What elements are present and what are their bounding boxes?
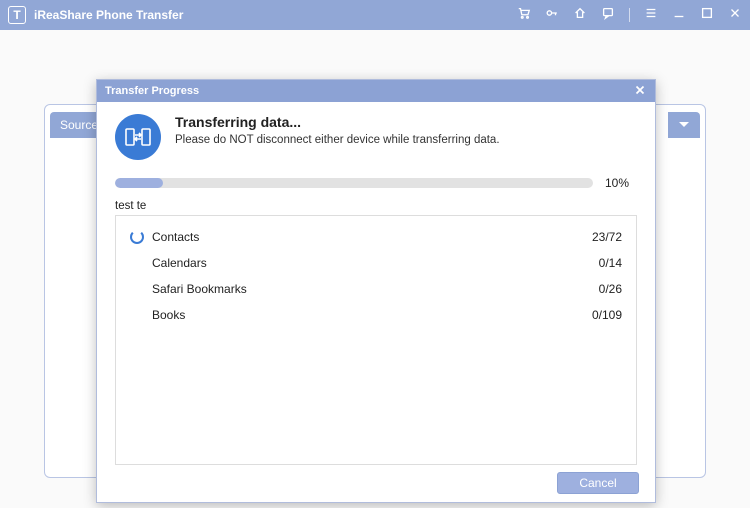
progress-percent: 10% [605,176,637,190]
item-count: 0/14 [599,256,622,270]
progress-bar [115,178,593,188]
key-icon[interactable] [545,6,559,25]
chevron-down-icon [678,121,690,129]
transfer-item-row: Contacts23/72 [130,224,622,250]
destination-dropdown[interactable] [668,112,700,138]
transfer-icon [115,114,161,160]
progress-fill [115,178,163,188]
home-icon[interactable] [573,6,587,25]
dialog-heading: Transferring data... [175,114,500,130]
divider [629,8,630,22]
dialog-subheading: Please do NOT disconnect either device w… [175,134,500,146]
item-label: Contacts [152,230,592,244]
close-icon[interactable] [728,6,742,25]
transfer-subtitle: test te [115,200,637,212]
cancel-button[interactable]: Cancel [557,472,639,494]
dialog-titlebar: Transfer Progress [97,80,655,102]
item-label: Safari Bookmarks [152,282,599,296]
maximize-icon[interactable] [700,6,714,25]
dialog-title: Transfer Progress [105,85,199,97]
main-area: Source: Transfer Progress Transferring d… [0,30,750,508]
minimize-icon[interactable] [672,6,686,25]
spinner-icon [130,230,144,244]
menu-icon[interactable] [644,6,658,25]
item-label: Calendars [152,256,599,270]
cancel-button-label: Cancel [579,476,616,490]
item-count: 0/109 [592,308,622,322]
transfer-item-row: Calendars0/14 [130,250,622,276]
transfer-item-row: Books0/109 [130,302,622,328]
transfer-items-list: Contacts23/72Calendars0/14Safari Bookmar… [115,215,637,465]
app-titlebar: T iReaShare Phone Transfer [0,0,750,30]
cart-icon[interactable] [517,6,531,25]
transfer-progress-dialog: Transfer Progress Transferring data... P… [96,79,656,503]
app-logo-letter: T [13,8,20,22]
transfer-item-row: Safari Bookmarks0/26 [130,276,622,302]
close-icon [633,83,647,97]
app-title: iReaShare Phone Transfer [34,8,517,22]
dialog-close-button[interactable] [633,83,647,100]
feedback-icon[interactable] [601,6,615,25]
item-count: 0/26 [599,282,622,296]
item-count: 23/72 [592,230,622,244]
item-label: Books [152,308,592,322]
app-logo: T [8,6,26,24]
